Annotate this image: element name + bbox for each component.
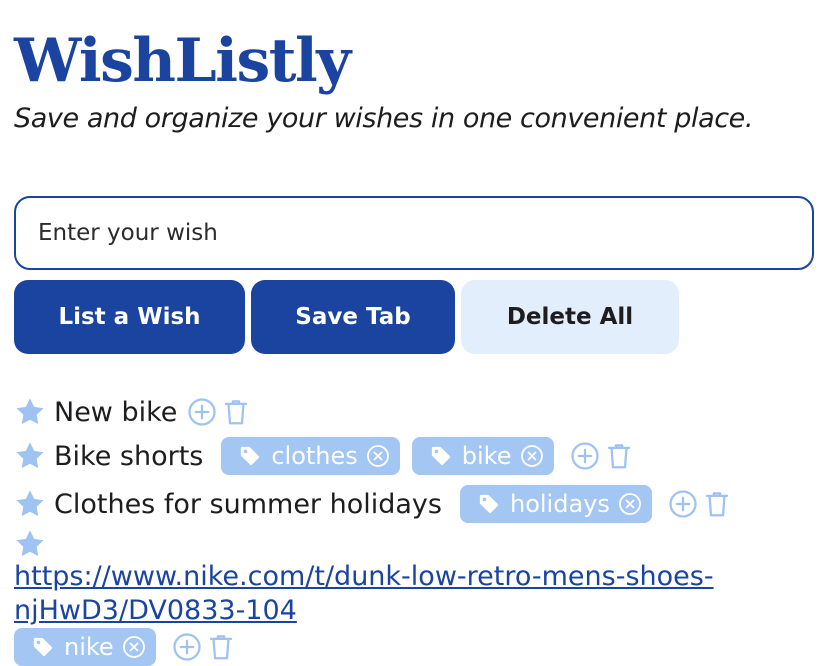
tag-chip: nike: [14, 628, 156, 666]
wish-item: Bike shorts clothes bike: [14, 432, 814, 480]
wish-text: Clothes for summer holidays: [54, 488, 442, 520]
tag-label: nike: [64, 633, 114, 661]
wish-text: Bike shorts: [54, 440, 204, 472]
wish-item: https://www.nike.com/t/dunk-low-retro-me…: [14, 528, 814, 666]
remove-tag-icon[interactable]: [366, 444, 390, 468]
remove-tag-icon[interactable]: [122, 635, 146, 659]
wish-item: New bike: [14, 392, 814, 432]
app-subtitle: Save and organize your wishes in one con…: [14, 103, 754, 134]
app-container: WishListly Save and organize your wishes…: [14, 0, 816, 666]
remove-tag-icon[interactable]: [618, 492, 642, 516]
star-icon: [16, 530, 44, 557]
tag-label: bike: [461, 442, 512, 470]
tag-chip: clothes: [221, 437, 400, 475]
button-row: List a Wish Save Tab Delete All: [14, 280, 679, 354]
app-title: WishListly: [14, 26, 351, 96]
trash-icon[interactable]: [206, 632, 236, 662]
tag-label: holidays: [509, 490, 610, 518]
list-wish-button[interactable]: List a Wish: [14, 280, 245, 354]
save-tab-button[interactable]: Save Tab: [251, 280, 455, 354]
tag-icon: [241, 446, 260, 466]
tag-icon: [33, 637, 53, 657]
add-tag-icon[interactable]: [570, 441, 600, 471]
tag-chip: bike: [411, 437, 554, 475]
add-tag-icon[interactable]: [172, 632, 202, 662]
trash-icon[interactable]: [221, 397, 251, 427]
star-icon: [16, 490, 44, 517]
wish-list: New bike Bike shorts clothes bike Clothes fo…: [14, 392, 814, 666]
trash-icon[interactable]: [702, 489, 732, 519]
tag-icon: [431, 446, 450, 466]
tag-chip: holidays: [459, 485, 652, 523]
remove-tag-icon[interactable]: [520, 444, 544, 468]
star-icon: [16, 398, 44, 425]
tag-icon: [479, 494, 499, 514]
star-icon: [16, 442, 44, 469]
wish-text: New bike: [54, 396, 178, 428]
wish-link[interactable]: https://www.nike.com/t/dunk-low-retro-me…: [14, 560, 774, 628]
add-tag-icon[interactable]: [187, 397, 217, 427]
wish-item: Clothes for summer holidays holidays: [14, 480, 814, 528]
tag-label: clothes: [271, 442, 358, 470]
add-tag-icon[interactable]: [668, 489, 698, 519]
delete-all-button[interactable]: Delete All: [461, 280, 679, 354]
wish-input[interactable]: [14, 196, 814, 270]
trash-icon[interactable]: [604, 441, 634, 471]
